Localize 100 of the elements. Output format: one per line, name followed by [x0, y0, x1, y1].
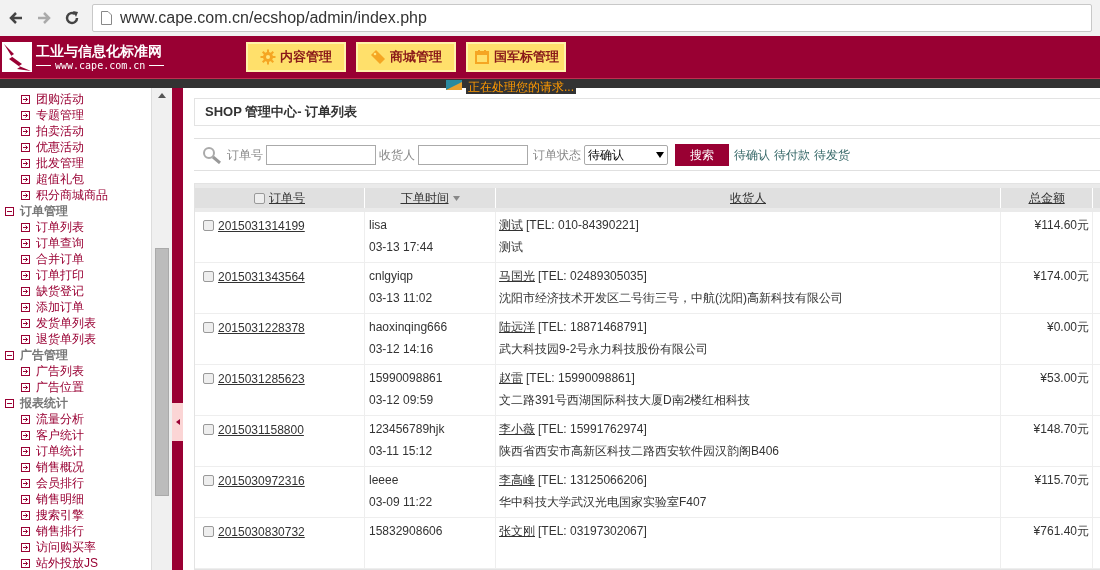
sidebar-item[interactable]: 销售排行	[0, 523, 151, 539]
sidebar-item[interactable]: 发货单列表	[0, 315, 151, 331]
sidebar-item[interactable]: 广告列表	[0, 363, 151, 379]
sidebar-item[interactable]: 优惠活动	[0, 139, 151, 155]
table-cell: [TEL: 18871468791]	[538, 321, 647, 334]
table-cell-text: ¥148.70元	[1033, 423, 1089, 438]
order-number-link[interactable]: 2015031314199	[218, 220, 305, 233]
sidebar-item[interactable]: 缺货登记	[0, 283, 151, 299]
nav-button[interactable]: 国军标管理	[466, 42, 566, 72]
table-cell-text: ¥114.60元	[1034, 219, 1089, 234]
arrow-box-icon	[21, 334, 30, 344]
consignee-link[interactable]: 赵雷	[499, 372, 523, 385]
order-number-link[interactable]: 2015030972316	[218, 475, 305, 488]
sidebar-item[interactable]: 拍卖活动	[0, 123, 151, 139]
sidebar-item[interactable]: 广告位置	[0, 379, 151, 395]
sidebar-item[interactable]: 站外投放JS	[0, 555, 151, 570]
arrow-box-icon	[21, 174, 30, 184]
sidebar-section[interactable]: 广告管理	[0, 347, 151, 363]
table-cell: [TEL: 13125066206]	[538, 474, 647, 487]
calendar-icon	[473, 49, 490, 65]
sidebar-item[interactable]: 专题管理	[0, 107, 151, 123]
sidebar-item[interactable]: 订单查询	[0, 235, 151, 251]
scroll-thumb[interactable]	[155, 248, 169, 496]
table-cell-text: 03-13 17:44	[369, 241, 435, 254]
consignee-link[interactable]: 马国光	[499, 270, 535, 283]
table-cell: [TEL: 15990098861]	[526, 372, 635, 385]
sidebar-item[interactable]: 订单列表	[0, 219, 151, 235]
table-cell-text: ¥761.40元	[1033, 525, 1089, 540]
checkbox[interactable]	[203, 373, 214, 384]
sidebar-item[interactable]: 积分商城商品	[0, 187, 151, 203]
sidebar-item[interactable]: 客户统计	[0, 427, 151, 443]
arrow-box-icon	[21, 494, 30, 504]
order-number-link[interactable]: 2015031285623	[218, 373, 305, 386]
consignee-link[interactable]: 李高峰	[499, 474, 535, 487]
scroll-up-icon[interactable]	[158, 93, 166, 98]
reload-icon[interactable]	[64, 10, 80, 26]
sidebar-item[interactable]: 访问购买率	[0, 539, 151, 555]
consignee-link[interactable]: 测试	[499, 219, 523, 232]
page-title: SHOP 管理中心- 订单列表	[205, 103, 358, 122]
field-label: 收货人	[379, 146, 415, 164]
order-number-link[interactable]: 2015030830732	[218, 526, 305, 539]
sidebar-section[interactable]: 报表统计	[0, 395, 151, 411]
search-button[interactable]: 搜索	[675, 143, 729, 166]
sidebar-item[interactable]: 流量分析	[0, 411, 151, 427]
column-header[interactable]: 下单时间	[400, 189, 449, 207]
order-number-field[interactable]	[266, 144, 376, 165]
column-header[interactable]: 收货人	[730, 189, 766, 207]
checkbox[interactable]	[203, 271, 214, 282]
table-cell-text: ¥174.00元	[1033, 270, 1089, 285]
sidebar-item[interactable]: 团购活动	[0, 91, 151, 107]
sidebar-item[interactable]: 超值礼包	[0, 171, 151, 187]
order-number-link[interactable]: 2015031228378	[218, 322, 305, 335]
consignee-field[interactable]	[418, 144, 528, 165]
arrow-box-icon	[21, 254, 30, 264]
table-cell-text: 陕西省西安市高新区科技二路西安软件园汉韵阁B406	[499, 445, 781, 458]
checkbox[interactable]	[203, 424, 214, 435]
forward-icon[interactable]	[36, 10, 52, 26]
nav-button[interactable]: 商城管理	[356, 42, 456, 72]
order-number-link[interactable]: 2015031158800	[218, 424, 304, 437]
checkbox[interactable]	[203, 475, 214, 486]
collapse-toggle[interactable]	[172, 402, 183, 441]
table-cell-text: 华中科技大学武汉光电国家实验室F407	[499, 496, 708, 509]
sidebar-item[interactable]: 批发管理	[0, 155, 151, 171]
arrow-box-icon	[21, 222, 30, 232]
status-link[interactable]: 待发货	[814, 145, 850, 164]
sidebar-section[interactable]: 订单管理	[0, 203, 151, 219]
address-bar[interactable]: www.cape.com.cn/ecshop/admin/index.php	[92, 4, 1092, 32]
table-cell-text: ¥53.00元	[1040, 372, 1089, 387]
arrow-box-icon	[21, 542, 30, 552]
status-dropdown[interactable]: 待确认	[584, 144, 668, 165]
column-header[interactable]: 订单号	[269, 189, 305, 207]
table-cell-text: 03-13 11:02	[369, 292, 434, 305]
sidebar-item[interactable]: 会员排行	[0, 475, 151, 491]
checkbox[interactable]	[203, 322, 214, 333]
sidebar-item[interactable]: 添加订单	[0, 299, 151, 315]
sidebar-item[interactable]: 销售明细	[0, 491, 151, 507]
caret-icon	[175, 418, 180, 425]
sidebar-item[interactable]: 订单打印	[0, 267, 151, 283]
checkbox[interactable]	[203, 526, 214, 537]
consignee-link[interactable]: 李小薇	[499, 423, 535, 436]
consignee-link[interactable]: 陆远洋	[499, 321, 535, 334]
column-header[interactable]: 总金额	[1028, 189, 1065, 207]
nav-button[interactable]: 内容管理	[246, 42, 346, 72]
back-icon[interactable]	[8, 10, 24, 26]
sidebar-item[interactable]: 搜索引擎	[0, 507, 151, 523]
scrollbar[interactable]	[152, 88, 172, 570]
arrow-box-icon	[21, 462, 30, 472]
arrow-box-icon	[21, 302, 30, 312]
sidebar-item[interactable]: 合并订单	[0, 251, 151, 267]
sidebar-item[interactable]: 销售概况	[0, 459, 151, 475]
checkbox[interactable]	[254, 192, 265, 204]
sidebar-item[interactable]: 订单统计	[0, 443, 151, 459]
consignee-link[interactable]: 张文刚	[499, 525, 535, 538]
sidebar-item[interactable]: 退货单列表	[0, 331, 151, 347]
status-link[interactable]: 待确认	[734, 145, 770, 164]
sort-icon[interactable]	[452, 195, 460, 201]
checkbox[interactable]	[203, 220, 214, 231]
arrow-box-icon	[21, 270, 30, 280]
status-link[interactable]: 待付款	[774, 145, 810, 164]
order-number-link[interactable]: 2015031343564	[218, 271, 305, 284]
